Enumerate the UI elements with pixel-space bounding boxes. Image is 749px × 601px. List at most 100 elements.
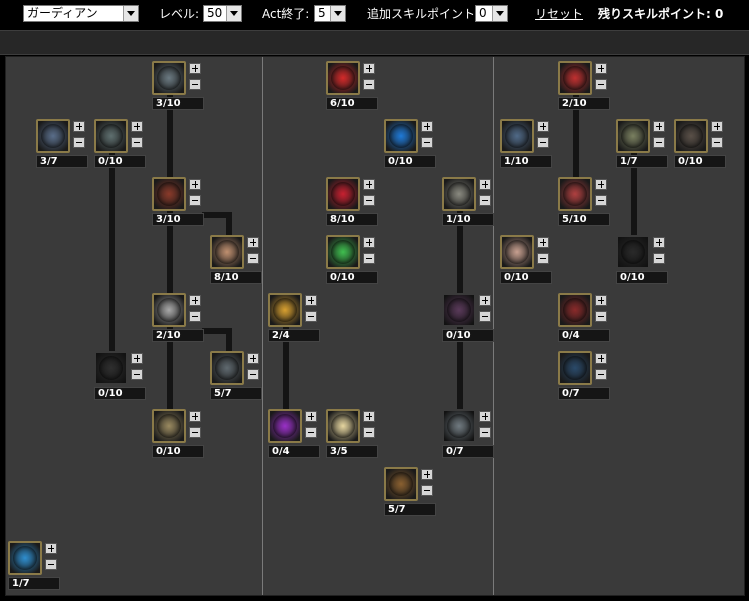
remove-point-button[interactable]: [131, 369, 143, 380]
add-point-button[interactable]: [711, 121, 723, 132]
add-point-button[interactable]: [363, 411, 375, 422]
remove-point-button[interactable]: [45, 559, 57, 570]
cannon-icon[interactable]: [36, 119, 70, 153]
gold-vortex-icon[interactable]: [268, 293, 302, 327]
chevron-down-icon[interactable]: [330, 6, 345, 21]
add-point-button[interactable]: [595, 63, 607, 74]
gauntlet-icon[interactable]: [674, 119, 708, 153]
remove-point-button[interactable]: [479, 311, 491, 322]
add-point-button[interactable]: [363, 63, 375, 74]
remove-point-button[interactable]: [363, 427, 375, 438]
add-point-button[interactable]: [305, 411, 317, 422]
act-select[interactable]: 5: [314, 5, 346, 22]
hammer-icon[interactable]: [616, 119, 650, 153]
add-point-button[interactable]: [131, 353, 143, 364]
remove-point-button[interactable]: [363, 253, 375, 264]
round-shield-icon[interactable]: [152, 409, 186, 443]
remove-point-button[interactable]: [653, 253, 665, 264]
remove-point-button[interactable]: [189, 427, 201, 438]
burst-icon[interactable]: [500, 235, 534, 269]
remove-point-button[interactable]: [363, 195, 375, 206]
remove-point-button[interactable]: [537, 137, 549, 148]
remove-point-button[interactable]: [711, 137, 723, 148]
remove-point-button[interactable]: [73, 137, 85, 148]
remove-point-button[interactable]: [247, 369, 259, 380]
remove-point-button[interactable]: [189, 79, 201, 90]
class-select[interactable]: ガーディアン: [23, 5, 139, 22]
level-select[interactable]: 50: [203, 5, 242, 22]
remove-point-button[interactable]: [305, 427, 317, 438]
crest-icon[interactable]: [210, 351, 244, 385]
chevron-down-icon[interactable]: [492, 6, 507, 21]
add-point-button[interactable]: [595, 353, 607, 364]
remove-point-button[interactable]: [653, 137, 665, 148]
red-sigil-icon[interactable]: [558, 293, 592, 327]
add-point-button[interactable]: [421, 121, 433, 132]
add-point-button[interactable]: [189, 411, 201, 422]
add-point-button[interactable]: [247, 353, 259, 364]
red-blade-icon-glyph: [563, 182, 587, 206]
chevron-down-icon[interactable]: [123, 6, 138, 21]
sword-icon[interactable]: [500, 119, 534, 153]
chevron-up-icon[interactable]: [8, 541, 42, 575]
add-point-button[interactable]: [363, 237, 375, 248]
add-point-button[interactable]: [247, 237, 259, 248]
reset-link[interactable]: リセット: [535, 7, 583, 21]
add-point-button[interactable]: [537, 121, 549, 132]
add-point-button[interactable]: [595, 179, 607, 190]
add-point-button[interactable]: [363, 179, 375, 190]
explosion-icon[interactable]: [210, 235, 244, 269]
remove-point-button[interactable]: [595, 311, 607, 322]
red-cross-icon[interactable]: [442, 177, 476, 211]
gear-icon[interactable]: [442, 293, 476, 327]
shield-icon[interactable]: [152, 293, 186, 327]
remove-point-button[interactable]: [305, 311, 317, 322]
remove-point-button[interactable]: [479, 195, 491, 206]
remove-point-button[interactable]: [595, 79, 607, 90]
cross-box-icon[interactable]: [442, 409, 476, 443]
fist-icon[interactable]: [152, 177, 186, 211]
red-vortex-icon[interactable]: [326, 177, 360, 211]
add-point-button[interactable]: [131, 121, 143, 132]
chevron-down-icon[interactable]: [226, 6, 241, 21]
purple-vortex-icon[interactable]: [268, 409, 302, 443]
remove-point-button[interactable]: [595, 369, 607, 380]
remove-point-button[interactable]: [537, 253, 549, 264]
dark-guard-icon[interactable]: [616, 235, 650, 269]
armor-icon[interactable]: [94, 119, 128, 153]
remove-point-button[interactable]: [479, 427, 491, 438]
white-vortex-icon[interactable]: [326, 409, 360, 443]
remove-point-button[interactable]: [189, 311, 201, 322]
remove-point-button[interactable]: [595, 195, 607, 206]
remove-point-button[interactable]: [131, 137, 143, 148]
lightning-icon[interactable]: [558, 351, 592, 385]
add-point-button[interactable]: [305, 295, 317, 306]
remove-point-button[interactable]: [363, 79, 375, 90]
red-vortex-icon[interactable]: [326, 61, 360, 95]
blade-flurry-icon[interactable]: [558, 61, 592, 95]
add-point-button[interactable]: [479, 411, 491, 422]
blue-vortex-icon[interactable]: [384, 119, 418, 153]
add-point-button[interactable]: [653, 121, 665, 132]
add-point-button[interactable]: [421, 469, 433, 480]
add-point-button[interactable]: [479, 179, 491, 190]
add-point-button[interactable]: [189, 63, 201, 74]
add-point-button[interactable]: [73, 121, 85, 132]
extra-points-select[interactable]: 0: [475, 5, 508, 22]
add-point-button[interactable]: [595, 295, 607, 306]
add-point-button[interactable]: [45, 543, 57, 554]
stone-guard-icon[interactable]: [94, 351, 128, 385]
add-point-button[interactable]: [653, 237, 665, 248]
remove-point-button[interactable]: [247, 253, 259, 264]
add-point-button[interactable]: [189, 179, 201, 190]
add-point-button[interactable]: [189, 295, 201, 306]
red-blade-icon[interactable]: [558, 177, 592, 211]
claw-strike-icon[interactable]: [152, 61, 186, 95]
add-point-button[interactable]: [537, 237, 549, 248]
rainbow-vortex-icon[interactable]: [326, 235, 360, 269]
remove-point-button[interactable]: [189, 195, 201, 206]
spiral-icon[interactable]: [384, 467, 418, 501]
add-point-button[interactable]: [479, 295, 491, 306]
remove-point-button[interactable]: [421, 137, 433, 148]
remove-point-button[interactable]: [421, 485, 433, 496]
